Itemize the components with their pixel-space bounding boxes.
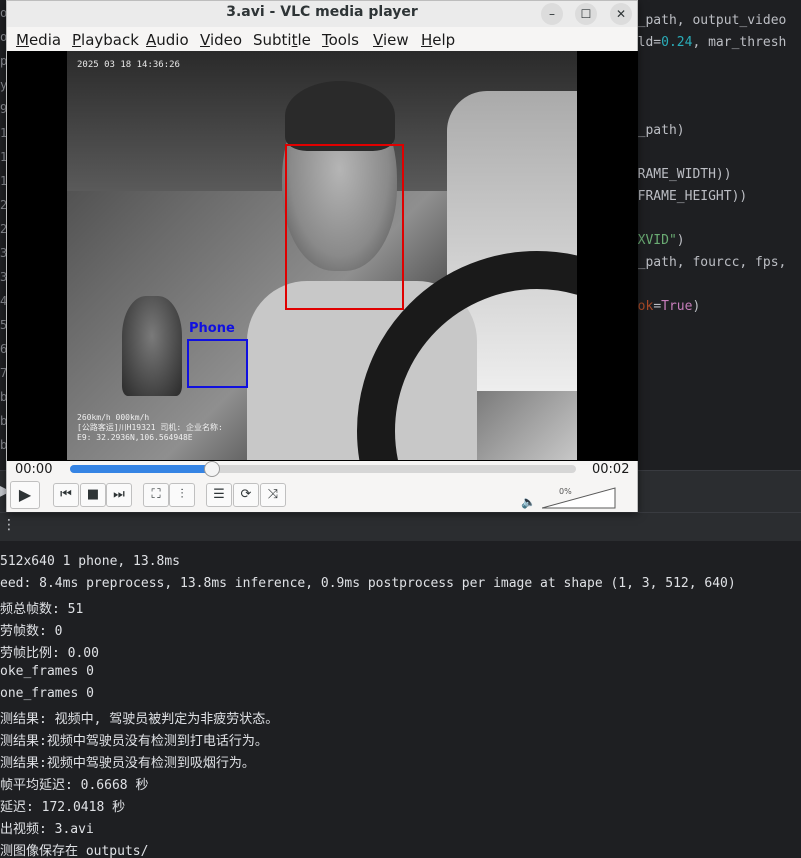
- maximize-button[interactable]: ☐: [575, 3, 597, 25]
- console-line: oke_frames 0: [0, 664, 94, 679]
- passenger-figure: [122, 296, 182, 396]
- menu-audio[interactable]: Audio: [146, 31, 189, 49]
- code-line[interactable]: P_FRAME_HEIGHT)): [622, 189, 747, 204]
- shuffle-icon: ⤨: [267, 487, 279, 502]
- console-line: eed: 8.4ms preprocess, 13.8ms inference,…: [0, 576, 736, 591]
- title-bar[interactable]: 3.avi - VLC media player – ☐ ✕: [7, 1, 637, 27]
- menu-video[interactable]: Video: [200, 31, 242, 49]
- console-line: 测结果: 视频中, 驾驶员被判定为非疲劳状态。: [0, 712, 279, 727]
- previous-button[interactable]: ⏮: [53, 483, 79, 507]
- menu-media[interactable]: Media: [16, 31, 61, 49]
- fullscreen-icon: ⛶: [151, 487, 161, 502]
- console-line: 帧平均延迟: 0.6668 秒: [0, 778, 149, 793]
- menu-tools[interactable]: Tools: [322, 31, 359, 49]
- video-frame: 2025 03 18 14:36:26 260km/h 000km/h [公路客…: [67, 51, 577, 460]
- stop-icon: ■: [86, 487, 100, 502]
- console-line: 出视频: 3.avi: [0, 822, 94, 837]
- playback-controls: 00:00 00:02 ▶ ⏮ ■ ⏭ ⛶ ⫶ ☰ ⟳ ⤨ 🔈 0%: [7, 461, 637, 512]
- code-line[interactable]: hold=0.24, mar_thresh: [622, 35, 786, 50]
- loop-button[interactable]: ⟳: [233, 483, 259, 507]
- loop-icon: ⟳: [240, 487, 252, 502]
- volume-level: 0%: [559, 487, 572, 496]
- menu-bar: Media Playback Audio Video Subtitle Tool…: [7, 27, 637, 51]
- phone-detection-box: [187, 339, 248, 388]
- console-line: 劳帧数: 0: [0, 624, 63, 639]
- seek-slider[interactable]: [70, 461, 576, 477]
- playlist-button[interactable]: ☰: [206, 483, 232, 507]
- console-header: ⋮: [0, 512, 801, 542]
- console-line: 测结果:视频中驾驶员没有检测到打电话行为。: [0, 734, 268, 749]
- video-timestamp: 2025 03 18 14:36:26: [77, 60, 180, 70]
- minimize-button[interactable]: –: [541, 3, 563, 25]
- video-display[interactable]: 2025 03 18 14:36:26 260km/h 000km/h [公路客…: [7, 51, 638, 461]
- menu-help[interactable]: Help: [421, 31, 455, 49]
- extended-settings-button[interactable]: ⫶: [169, 483, 195, 507]
- vlc-window: 3.avi - VLC media player – ☐ ✕ Media Pla…: [6, 0, 638, 512]
- menu-subtitle[interactable]: Subtitle: [253, 31, 311, 49]
- next-icon: ⏭: [113, 487, 125, 502]
- elapsed-time: 00:00: [15, 462, 53, 477]
- total-time: 00:02: [592, 462, 630, 477]
- more-options-icon[interactable]: ⋮: [2, 517, 16, 533]
- random-button[interactable]: ⤨: [260, 483, 286, 507]
- console-line: 测图像保存在 outputs/: [0, 844, 149, 858]
- previous-icon: ⏮: [60, 487, 72, 502]
- video-info-overlay: 260km/h 000km/h [公路客运]川H19321 司机: 企业名称: …: [77, 413, 223, 442]
- close-button[interactable]: ✕: [610, 3, 632, 25]
- console-line: 延迟: 172.0418 秒: [0, 800, 126, 815]
- stop-button[interactable]: ■: [80, 483, 106, 507]
- next-button[interactable]: ⏭: [106, 483, 132, 507]
- code-line[interactable]: eo_path, fourcc, fps,: [622, 255, 786, 270]
- console-line: 频总帧数: 51: [0, 602, 84, 617]
- seek-handle[interactable]: [203, 461, 220, 477]
- face-detection-box: [285, 144, 404, 310]
- console-line: 测结果:视频中驾驶员没有检测到吸烟行为。: [0, 756, 255, 771]
- menu-playback[interactable]: Playback: [72, 31, 139, 49]
- driver-hair: [285, 81, 395, 151]
- play-button[interactable]: ▶: [10, 481, 40, 509]
- code-line[interactable]: _FRAME_WIDTH)): [622, 167, 732, 182]
- console-output[interactable]: 512x640 1 phone, 13.8ms eed: 8.4ms prepro…: [0, 542, 801, 858]
- volume-icon[interactable]: 🔈: [521, 495, 536, 509]
- volume-slider[interactable]: [542, 487, 616, 509]
- console-line: one_frames 0: [0, 686, 94, 701]
- console-line: 512x640 1 phone, 13.8ms: [0, 554, 181, 569]
- play-icon: ▶: [18, 485, 32, 504]
- fullscreen-button[interactable]: ⛶: [143, 483, 169, 507]
- seek-progress: [70, 465, 212, 473]
- equalizer-icon: ⫶: [180, 487, 184, 502]
- menu-view[interactable]: View: [373, 31, 409, 49]
- playlist-icon: ☰: [213, 487, 225, 502]
- code-line[interactable]: eo_path, output_video: [622, 13, 786, 28]
- console-line: 劳帧比例: 0.00: [0, 646, 99, 661]
- phone-detection-label: Phone: [189, 321, 235, 336]
